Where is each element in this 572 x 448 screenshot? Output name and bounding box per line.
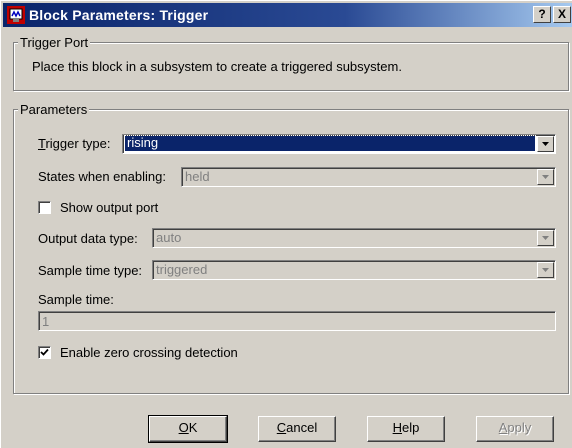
- close-button[interactable]: X: [553, 6, 571, 23]
- trigger-type-dropdown-arrow[interactable]: [537, 136, 554, 152]
- question-icon: ?: [538, 7, 546, 21]
- checkmark-icon: [40, 348, 49, 356]
- chevron-down-icon: [542, 236, 549, 240]
- simulink-block-icon: [7, 6, 25, 24]
- help-title-button[interactable]: ?: [533, 6, 551, 23]
- output-data-type-label: Output data type:: [38, 231, 138, 246]
- output-data-type-dropdown[interactable]: auto: [152, 228, 556, 248]
- trigger-port-group: Trigger Port Place this block in a subsy…: [13, 35, 569, 91]
- sample-time-type-value: triggered: [156, 262, 208, 277]
- parameters-group-title: Parameters: [18, 102, 90, 117]
- sample-time-type-dropdown-arrow[interactable]: [537, 262, 554, 278]
- trigger-port-group-title: Trigger Port: [18, 35, 91, 50]
- sample-time-field[interactable]: 1: [38, 311, 556, 331]
- output-data-type-value: auto: [156, 230, 182, 245]
- chevron-down-icon: [542, 175, 549, 179]
- show-output-port-label: Show output port: [60, 200, 159, 215]
- states-when-enabling-value: held: [185, 169, 210, 184]
- window-title: Block Parameters: Trigger: [29, 7, 209, 23]
- trigger-port-description: Place this block in a subsystem to creat…: [32, 59, 402, 74]
- title-bar[interactable]: Block Parameters: Trigger ? X: [3, 3, 572, 27]
- sample-time-label: Sample time:: [38, 292, 114, 307]
- cancel-button[interactable]: Cancel: [258, 416, 336, 442]
- enable-zero-crossing-checkbox[interactable]: [38, 346, 51, 359]
- enable-zero-crossing-label: Enable zero crossing detection: [60, 345, 238, 360]
- sample-time-value: 1: [42, 314, 50, 329]
- sample-time-type-label: Sample time type:: [38, 263, 143, 278]
- trigger-type-label: Trigger type:: [38, 136, 111, 151]
- close-icon: X: [557, 7, 566, 21]
- ok-button[interactable]: OK: [148, 415, 228, 443]
- block-parameters-dialog: Block Parameters: Trigger ? X Trigger Po…: [0, 0, 572, 448]
- output-data-type-dropdown-arrow[interactable]: [537, 230, 554, 246]
- states-when-enabling-label: States when enabling:: [38, 169, 166, 184]
- sample-time-type-dropdown[interactable]: triggered: [152, 260, 556, 280]
- trigger-type-value: rising: [124, 135, 536, 152]
- states-when-enabling-dropdown-arrow[interactable]: [537, 169, 554, 185]
- chevron-down-icon: [542, 268, 549, 272]
- show-output-port-checkbox[interactable]: [38, 201, 51, 214]
- trigger-type-dropdown[interactable]: rising: [122, 134, 556, 154]
- states-when-enabling-dropdown[interactable]: held: [181, 167, 556, 187]
- help-button[interactable]: Help: [367, 416, 445, 442]
- apply-button[interactable]: Apply: [476, 416, 554, 442]
- chevron-down-icon: [542, 142, 549, 146]
